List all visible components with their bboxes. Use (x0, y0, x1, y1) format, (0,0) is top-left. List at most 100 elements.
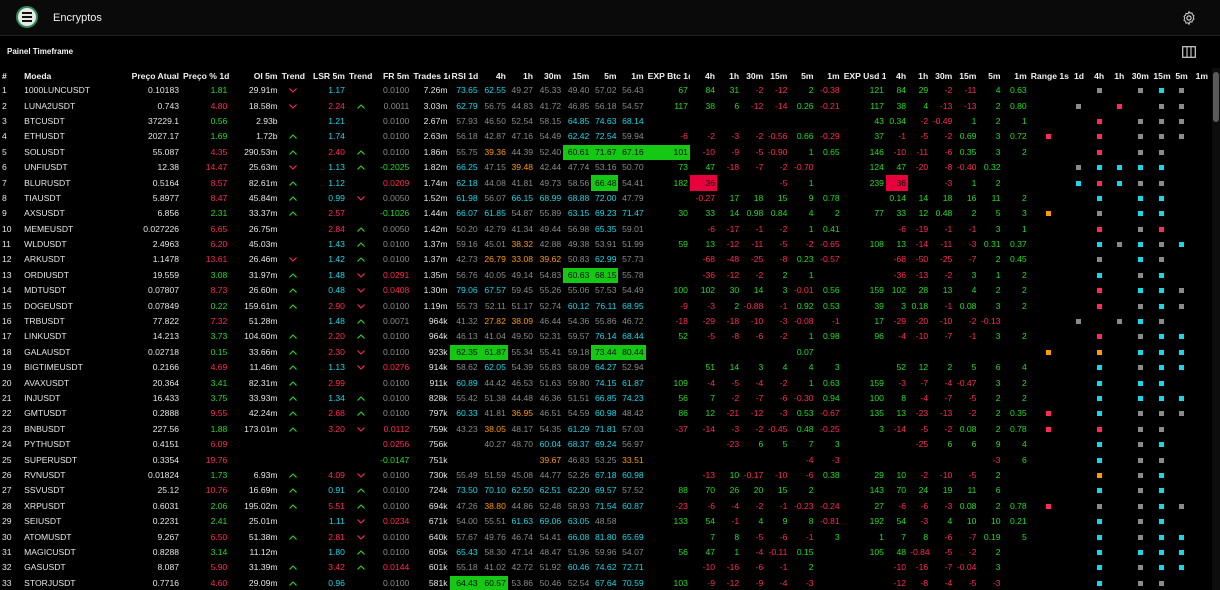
coin-symbol[interactable]: ORDIUSDT (22, 268, 121, 283)
coin-symbol[interactable]: MEMEUSDT (22, 222, 121, 237)
coin-symbol[interactable]: LINKUSDT (22, 329, 121, 344)
col-header-22-5m[interactable]: 5m (789, 68, 815, 83)
coin-symbol[interactable]: LUNA2USDT (22, 98, 121, 113)
table-row[interactable]: 14 MDTUSDT 0.07807 8.73 26.60m 0.48 0.0408 1.30… (0, 283, 1212, 298)
table-row[interactable]: 17 LINKUSDT 14.213 3.73 104.60m 2.20 0.0100 964… (0, 329, 1212, 344)
scrollbar-track[interactable] (1212, 68, 1220, 590)
table-row[interactable]: 27 SSVUSDT 25.12 10.76 16.69m 0.91 0.0100 724k 7… (0, 483, 1212, 498)
table-row[interactable]: 32 GASUSDT 8.087 5.90 31.39m 3.42 0.0144 601k 55… (0, 560, 1212, 575)
table-row[interactable]: 25 SUPERUSDT 0.3354 19.76 -0.0147 751k 39.67 46… (0, 452, 1212, 467)
coin-symbol[interactable]: PYTHUSDT (22, 437, 121, 452)
col-header-25-4h[interactable]: 4h (886, 68, 908, 83)
table-row[interactable]: 7 BLURUSDT 0.5164 8.57 82.61m 1.12 0.0209 1.74m… (0, 175, 1212, 191)
columns-icon[interactable] (1182, 46, 1196, 58)
col-header-0-[interactable]: # (0, 68, 22, 83)
col-header-32-1d[interactable]: 1d (1069, 68, 1089, 83)
coin-symbol[interactable]: MDTUSDT (22, 283, 121, 298)
table-row[interactable]: 3 BTCUSDT 37229.1 0.56 2.93b 1.21 0.0100 2.67m 5… (0, 114, 1212, 129)
col-header-5-trend-5m[interactable]: Trend 5m (280, 68, 307, 83)
coin-symbol[interactable]: 1000LUNCUSDT (22, 83, 121, 98)
col-header-12-1h[interactable]: 1h (508, 68, 535, 83)
table-row[interactable]: 29 SEIUSDT 0.2231 2.41 25.01m 1.11 0.0234 671k 5… (0, 514, 1212, 529)
col-header-23-1m[interactable]: 1m (816, 68, 842, 83)
coin-symbol[interactable]: BNBUSDT (22, 422, 121, 437)
coin-symbol[interactable]: MAGICUSDT (22, 545, 121, 560)
col-header-35-30m[interactable]: 30m (1129, 68, 1151, 83)
coin-symbol[interactable]: SSVUSDT (22, 483, 121, 498)
table-row[interactable]: 11 WLDUSDT 2.4963 6.20 45.03m 1.43 0.0100 1.37m… (0, 237, 1212, 252)
table-row[interactable]: 6 UNFIUSDT 12.38 14.47 25.63m 1.13 -0.2025 1.82… (0, 160, 1212, 175)
coin-symbol[interactable]: BTCUSDT (22, 114, 121, 129)
coin-symbol[interactable]: ARKUSDT (22, 252, 121, 267)
col-header-7-trend-5m[interactable]: Trend 5m (347, 68, 375, 83)
menu-icon[interactable] (16, 6, 38, 28)
table-row[interactable]: 10 MEMEUSDT 0.027226 6.65 26.75m 2.84 0.0050 1.… (0, 222, 1212, 237)
table-row[interactable]: 19 BIGTIMEUSDT 0.2166 4.69 11.46m 1.13 0.0276 9… (0, 360, 1212, 375)
table-row[interactable]: 21 INJUSDT 16.433 3.75 33.93m 1.34 0.0100 828k 5… (0, 391, 1212, 406)
scrollbar-thumb[interactable] (1213, 72, 1219, 122)
table-row[interactable]: 24 PYTHUSDT 0.4151 6.09 0.0256 756k 40.27 48.70… (0, 437, 1212, 452)
table-row[interactable]: 5 SOLUSDT 55.087 4.35 290.53m 2.40 0.0100 1.86m… (0, 144, 1212, 160)
col-header-1-moeda[interactable]: Moeda (22, 68, 121, 83)
table-row[interactable]: 15 DOGEUSDT 0.07849 0.22 159.61m 2.90 0.0100 1.… (0, 298, 1212, 313)
col-header-18-4h[interactable]: 4h (690, 68, 717, 83)
col-header-14-15m[interactable]: 15m (563, 68, 591, 83)
col-header-28-15m[interactable]: 15m (954, 68, 978, 83)
col-header-27-30m[interactable]: 30m (930, 68, 954, 83)
table-row[interactable]: 12 ARKUSDT 1.1478 13.61 26.46m 1.42 0.0100 1.37… (0, 252, 1212, 267)
coin-symbol[interactable]: UNFIUSDT (22, 160, 121, 175)
table-row[interactable]: 20 AVAXUSDT 20.364 3.41 82.31m 2.99 0.0100 911k… (0, 375, 1212, 390)
coin-symbol[interactable]: BIGTIMEUSDT (22, 360, 121, 375)
coin-symbol[interactable]: BLURUSDT (22, 175, 121, 190)
table-row[interactable]: 22 GMTUSDT 0.2888 9.55 42.24m 2.68 0.0100 797k 6… (0, 406, 1212, 421)
coin-symbol[interactable]: SEIUSDT (22, 514, 121, 529)
col-header-26-1h[interactable]: 1h (908, 68, 930, 83)
coin-symbol[interactable]: TIAUSDT (22, 191, 121, 206)
col-header-29-5m[interactable]: 5m (978, 68, 1002, 83)
coin-symbol[interactable]: STORJUSDT (22, 576, 121, 590)
col-header-24-exp-usd-1d[interactable]: EXP Usd 1d (842, 68, 886, 83)
col-header-11-4h[interactable]: 4h (480, 68, 508, 83)
col-header-19-1h[interactable]: 1h (717, 68, 741, 83)
coin-symbol[interactable]: GMTUSDT (22, 406, 121, 421)
table-row[interactable]: 33 STORJUSDT 0.7716 4.60 29.09m 0.96 0.0100 581… (0, 575, 1212, 590)
col-header-10-rsi-1d[interactable]: RSI 1d (450, 68, 480, 83)
col-header-21-15m[interactable]: 15m (765, 68, 789, 83)
coin-symbol[interactable]: GASUSDT (22, 560, 121, 575)
col-header-30-1m[interactable]: 1m (1003, 68, 1029, 83)
table-row[interactable]: 18 GALAUSDT 0.02718 0.15 33.66m 2.30 0.0100 923… (0, 344, 1212, 361)
coin-symbol[interactable]: ETHUSDT (22, 129, 121, 144)
col-header-3-preco-pct-1d[interactable]: Preço % 1d (181, 68, 229, 83)
coin-symbol[interactable]: ATOMUSDT (22, 529, 121, 544)
coin-symbol[interactable]: RVNUSDT (22, 468, 121, 483)
coin-symbol[interactable]: SOLUSDT (22, 145, 121, 160)
coin-symbol[interactable]: AXSUSDT (22, 206, 121, 221)
coin-symbol[interactable]: SUPERUSDT (22, 452, 121, 467)
table-row[interactable]: 28 XRPUSDT 0.6031 2.06 195.02m 5.51 0.0100 694k… (0, 499, 1212, 514)
col-header-37-5m[interactable]: 5m (1172, 68, 1192, 83)
col-header-16-1m[interactable]: 1m (618, 68, 645, 83)
table-row[interactable]: 13 ORDIUSDT 19.559 3.08 31.97m 1.48 0.0291 1.35… (0, 267, 1212, 284)
table-row[interactable]: 2 LUNA2USDT 0.743 4.80 18.58m 2.24 0.0011 3.03m… (0, 98, 1212, 113)
coin-symbol[interactable]: GALAUSDT (22, 345, 121, 360)
table-row[interactable]: 30 ATOMUSDT 9.267 6.50 51.38m 2.81 0.0100 640k 5… (0, 529, 1212, 544)
col-header-17-exp-btc-1d[interactable]: EXP Btc 1d (646, 68, 690, 83)
col-header-31-range-1s[interactable]: Range 1s (1029, 68, 1069, 83)
coin-symbol[interactable]: DOGEUSDT (22, 298, 121, 313)
col-header-34-1h[interactable]: 1h (1109, 68, 1129, 83)
table-row[interactable]: 8 TIAUSDT 5.8977 8.47 45.84m 0.99 0.0050 1.52m 6… (0, 191, 1212, 206)
col-header-36-15m[interactable]: 15m (1151, 68, 1171, 83)
table-row[interactable]: 26 RVNUSDT 0.01824 1.73 6.93m 4.09 0.0100 730k 5… (0, 468, 1212, 483)
coin-symbol[interactable]: TRBUSDT (22, 314, 121, 329)
col-header-13-30m[interactable]: 30m (535, 68, 563, 83)
col-header-38-1m[interactable]: 1m (1192, 68, 1212, 83)
table-row[interactable]: 31 MAGICUSDT 0.8288 3.14 11.12m 1.80 0.0100 605… (0, 545, 1212, 560)
col-header-15-5m[interactable]: 5m (591, 68, 618, 83)
table-row[interactable]: 16 TRBUSDT 77.822 7.32 51.28m 1.48 0.0071 964k 4… (0, 314, 1212, 329)
col-header-4-oi-5m[interactable]: OI 5m (229, 68, 279, 83)
coin-symbol[interactable]: WLDUSDT (22, 237, 121, 252)
table-row[interactable]: 1 1000LUNCUSDT 0.10183 1.81 29.91m 1.17 0.0100… (0, 83, 1212, 98)
table-row[interactable]: 23 BNBUSDT 227.56 1.88 173.01m 3.20 0.0112 759k… (0, 422, 1212, 437)
gear-icon[interactable] (1181, 10, 1197, 26)
col-header-20-30m[interactable]: 30m (741, 68, 765, 83)
